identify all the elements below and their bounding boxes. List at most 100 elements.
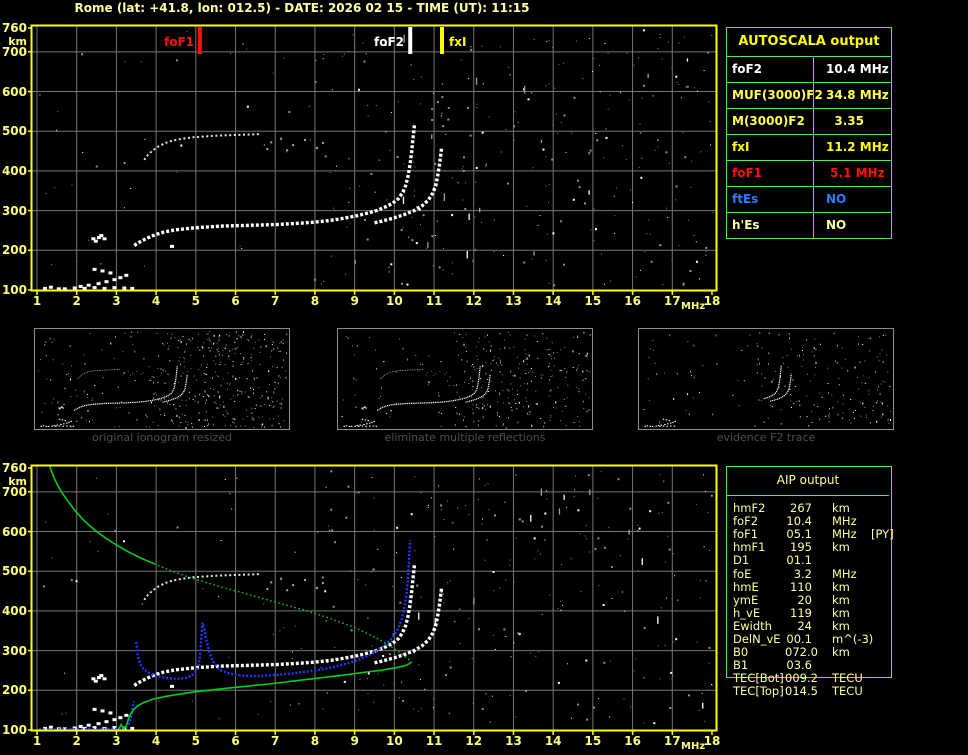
- noise-dot: [196, 379, 198, 381]
- trace-path: [380, 369, 424, 380]
- noise-dot: [819, 392, 821, 394]
- noise-dot: [609, 94, 611, 96]
- noise-dot: [396, 526, 399, 529]
- noise-dot: [243, 357, 245, 359]
- noise-dot: [516, 390, 518, 392]
- noise-dot: [239, 390, 241, 392]
- noise-dot: [551, 342, 553, 344]
- noise-dot: [101, 349, 103, 351]
- echo-dot: [292, 144, 295, 147]
- noise-dot: [544, 421, 546, 424]
- noise-dot: [45, 341, 47, 343]
- noise-dot: [459, 608, 461, 610]
- x-tick-label: 11: [425, 294, 443, 308]
- noise-dot: [204, 419, 206, 421]
- noise-dot: [560, 609, 562, 611]
- noise-dot: [282, 398, 284, 400]
- noise-dot: [49, 337, 51, 340]
- noise-dot: [549, 420, 551, 422]
- noise-dot: [596, 139, 599, 142]
- noise-dot: [478, 628, 480, 631]
- noise-dot: [577, 509, 580, 512]
- noise-dot: [410, 513, 413, 516]
- noise-dot: [552, 46, 554, 48]
- noise-dot: [487, 378, 489, 380]
- noise-dot: [796, 355, 798, 357]
- noise-dot: [251, 419, 253, 421]
- noise-dot: [705, 490, 707, 492]
- noise-dot: [281, 404, 283, 406]
- noise-dot: [504, 501, 506, 503]
- noise-dot: [324, 590, 327, 593]
- noise-dot: [227, 372, 229, 374]
- noise-dot: [523, 406, 524, 408]
- noise-dot: [168, 345, 170, 347]
- noise-dot: [550, 414, 552, 416]
- noise-dot: [695, 260, 698, 263]
- noise-dot: [495, 425, 497, 427]
- aip-label: hmE: [733, 579, 759, 594]
- noise-dot: [181, 399, 183, 401]
- noise-dot: [427, 504, 429, 506]
- noise-dot: [411, 216, 413, 218]
- noise-dot: [881, 402, 883, 405]
- noise-dot: [546, 233, 548, 235]
- noise-dot: [115, 335, 116, 338]
- noise-dot: [668, 548, 671, 551]
- noise-dot: [521, 520, 524, 523]
- series: [91, 234, 175, 248]
- echo-blob: [48, 285, 53, 289]
- noise-dot: [235, 347, 237, 349]
- y-tick-label: 600: [1, 84, 27, 99]
- noise-dot: [236, 347, 238, 349]
- noise-dot: [322, 54, 324, 55]
- noise-dot: [441, 83, 443, 85]
- noise-dot: [260, 405, 262, 407]
- noise-dot: [201, 346, 203, 348]
- noise-dot: [589, 371, 591, 373]
- noise-dot: [438, 411, 440, 413]
- echo-blob: [99, 674, 104, 678]
- noise-dot: [711, 684, 713, 685]
- noise-dot: [229, 425, 231, 427]
- noise-dot: [81, 417, 83, 419]
- noise-dot: [693, 344, 695, 347]
- echo-blob: [72, 425, 75, 427]
- aip-value: 119: [790, 605, 812, 620]
- noise-dot: [451, 214, 454, 217]
- foF1-marker-line: [197, 27, 202, 54]
- echo-blob: [61, 419, 64, 421]
- parameter-label: ftEs: [732, 192, 759, 206]
- noise-dot: [862, 402, 864, 405]
- noise-dot: [768, 332, 770, 334]
- noise-dot: [642, 29, 645, 32]
- noise-dot: [505, 129, 507, 130]
- noise-dot: [470, 48, 473, 51]
- noise-dot: [670, 671, 673, 674]
- noise-dot: [684, 156, 687, 159]
- noise-dot: [560, 220, 563, 223]
- noise-dot: [271, 350, 272, 352]
- noise-dot: [640, 269, 641, 271]
- noise-dot: [711, 34, 713, 36]
- noise-streak: [473, 597, 475, 605]
- noise-dot: [659, 34, 661, 35]
- noise-dot: [85, 419, 87, 421]
- noise-dot: [576, 386, 578, 388]
- noise-dot: [540, 377, 542, 379]
- noise-dot: [251, 335, 253, 337]
- noise-dot: [819, 343, 821, 345]
- noise-dot: [253, 347, 255, 349]
- echo-blob: [104, 720, 109, 724]
- noise-dot: [205, 401, 207, 404]
- noise-dot: [495, 362, 497, 364]
- noise-dot: [657, 645, 659, 647]
- noise-dot: [323, 281, 325, 283]
- noise-dot: [200, 364, 202, 366]
- noise-dot: [478, 478, 480, 480]
- noise-dot: [465, 350, 467, 352]
- noise-dot: [515, 716, 517, 718]
- noise-dot: [484, 361, 486, 363]
- noise-dot: [833, 333, 835, 335]
- thumbnail-1-caption: eliminate multiple reflections: [384, 431, 546, 444]
